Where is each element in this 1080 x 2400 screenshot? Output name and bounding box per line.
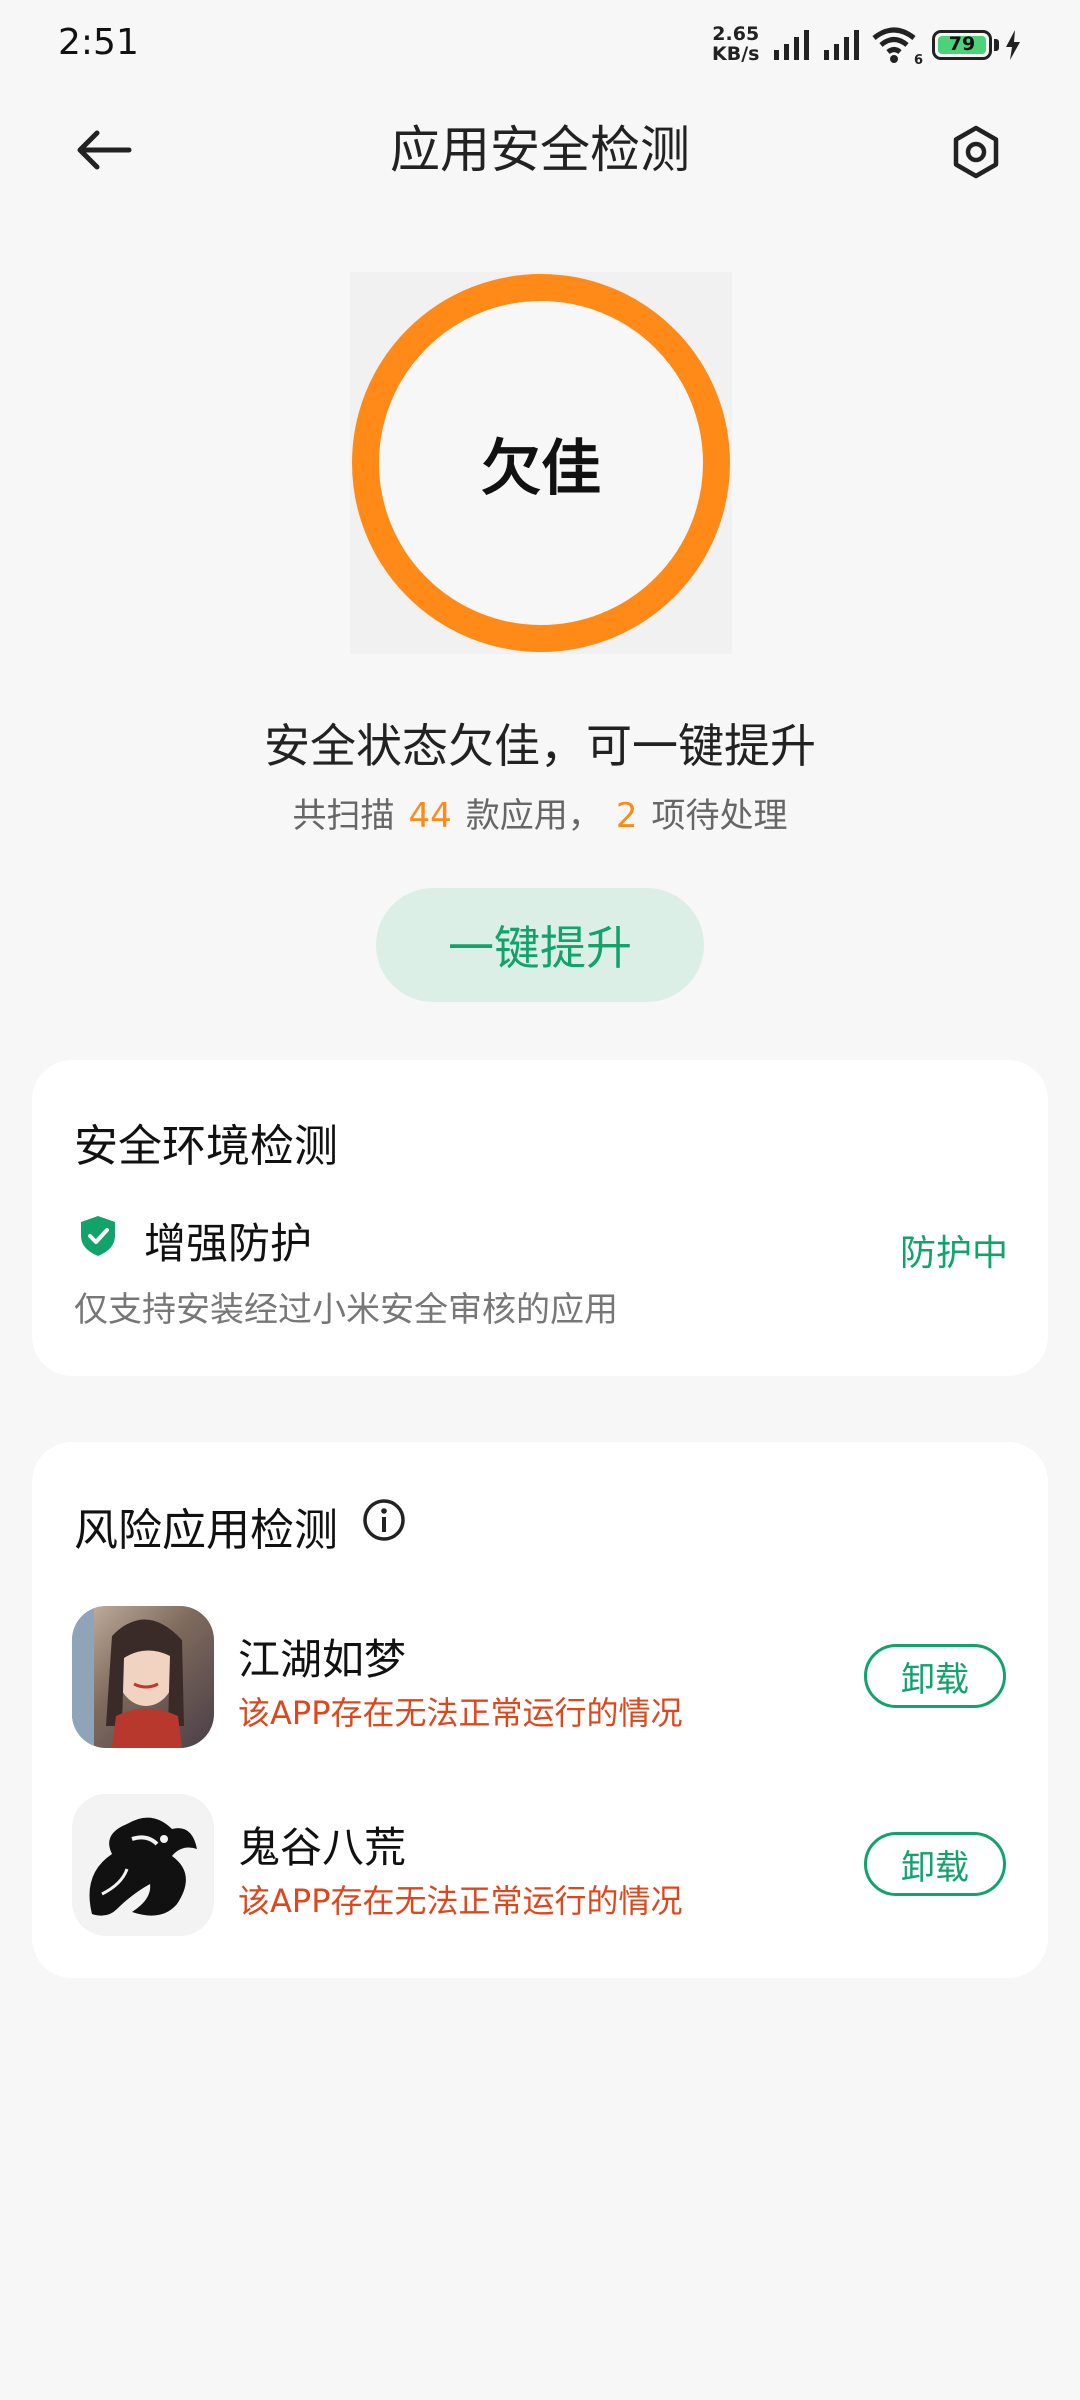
scan-prefix: 共扫描 — [292, 796, 395, 836]
app-icon-jianghu[interactable] — [72, 1606, 214, 1748]
network-speed-value: 2.65 — [712, 23, 760, 45]
charging-icon — [1006, 30, 1020, 60]
pending-count: 2 — [615, 796, 638, 836]
protection-status[interactable]: 防护中 — [900, 1224, 1008, 1276]
status-time: 2:51 — [58, 22, 139, 63]
settings-button[interactable] — [942, 118, 1010, 186]
risk-check-title: 风险应用检测 — [74, 1505, 338, 1556]
battery-cap — [994, 39, 999, 51]
dragon-icon — [89, 1817, 197, 1916]
wifi-badge: 6 — [914, 53, 923, 66]
enhanced-protection-desc: 仅支持安装经过小米安全审核的应用 — [74, 1290, 618, 1330]
character-portrait-icon — [72, 1606, 184, 1748]
env-check-title: 安全环境检测 — [74, 1121, 338, 1172]
app-name: 江湖如梦 — [238, 1635, 407, 1684]
network-speed-unit: KB/s — [712, 43, 760, 65]
status-bar: 2:51 2.65 KB/s 6 79 — [0, 0, 1080, 92]
shield-check-icon — [81, 1216, 115, 1256]
enhanced-protection-label: 增强防护 — [144, 1219, 313, 1268]
app-name: 鬼谷八荒 — [238, 1823, 407, 1872]
uninstall-button[interactable]: 卸载 — [864, 1832, 1006, 1896]
battery-icon: 79 — [932, 30, 992, 60]
info-icon[interactable] — [362, 1498, 406, 1542]
gear-icon — [953, 125, 999, 179]
signal-icon — [774, 30, 809, 60]
app-icon-guigu[interactable] — [72, 1794, 214, 1936]
app-warning: 该APP存在无法正常运行的情况 — [238, 1882, 683, 1920]
back-arrow-icon — [77, 130, 132, 170]
app-warning: 该APP存在无法正常运行的情况 — [238, 1694, 683, 1732]
page-title: 应用安全检测 — [390, 121, 690, 179]
wifi-icon: 6 — [872, 27, 923, 66]
status-headline: 安全状态欠佳，可一键提升 — [264, 719, 816, 773]
battery-level: 79 — [948, 33, 976, 55]
scan-summary: 共扫描 44 款应用， 2 项待处理 — [0, 788, 1080, 837]
security-status-ring: 欠佳 — [352, 274, 730, 652]
uninstall-button[interactable]: 卸载 — [864, 1644, 1006, 1708]
scan-count: 44 — [408, 796, 452, 836]
security-status-label: 欠佳 — [481, 433, 601, 504]
back-button[interactable] — [68, 118, 140, 182]
network-speed: 2.65 KB/s — [712, 24, 759, 64]
signal-icon-2 — [824, 30, 859, 60]
one-click-boost-button[interactable]: 一键提升 — [376, 888, 704, 1002]
pending-suffix: 项待处理 — [651, 796, 788, 836]
scan-middle: 款应用， — [465, 796, 602, 836]
